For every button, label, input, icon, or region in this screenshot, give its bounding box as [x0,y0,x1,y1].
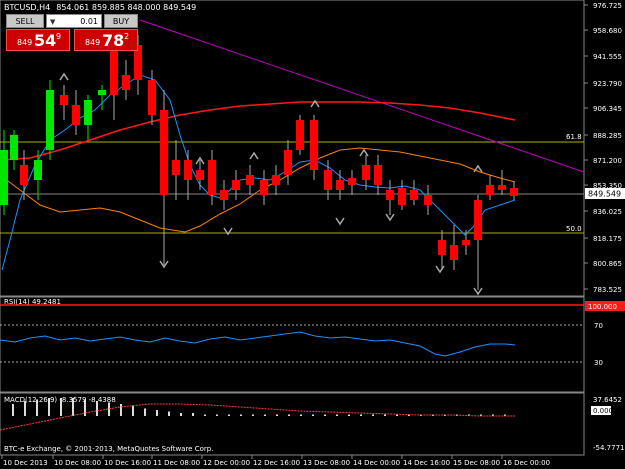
price-axis-label: 800.865 [593,260,622,268]
time-axis-label: 16 Dec 00:00 [503,459,550,467]
sell-price-prefix: 849 [17,38,33,47]
sell-price-sup: 9 [56,32,62,41]
time-axis-label: 14 Dec 16:00 [403,459,450,467]
macd-bar [168,411,170,416]
macd-title: MACD(12,26,9) -8.3579 -8.4388 [4,396,116,404]
time-axis-label: 12 Dec 00:00 [203,459,250,467]
price-axis-label: 923.790 [593,80,622,88]
rsi-title: RSI(14) 49.2481 [4,298,61,306]
time-axis-label: 11 Dec 08:00 [153,459,200,467]
current-price-tag-text: 849.549 [588,190,621,199]
chart-window[interactable]: 61.8 50.0 976.725 958.680 941.555 923.790 90… [0,0,625,469]
sell-button[interactable]: SELL [6,14,44,28]
ohlc-readout: 854.061 859.885 848.000 849.549 [56,3,196,12]
buy-price-prefix: 849 [85,38,101,47]
price-axis [584,4,588,290]
macd-bar [216,414,218,416]
lot-size-value: 0.01 [80,17,98,26]
macd-bar [384,414,386,416]
lot-dropdown-icon[interactable]: ▼ [50,15,55,29]
buy-button[interactable]: BUY [104,14,138,28]
macd-bar [144,408,146,416]
sell-price-button[interactable]: 849 54 9 [6,29,70,51]
macd-bar [288,414,290,416]
chart-title: BTCUSD,H4 854.061 859.885 848.000 849.549 [4,3,196,12]
candle [296,115,304,155]
macd-bar [192,413,194,416]
macd-bar [120,404,122,416]
fibo-500-label: 50.0 [566,225,582,233]
macd-scale-mid: 0.000 [593,407,613,415]
macd-bar [300,414,302,416]
macd-bar [372,414,374,416]
sell-price-big: 54 [34,31,57,50]
time-axis-label: 10 Dec 16:00 [104,459,151,467]
one-click-trading-panel: SELL ▼ 0.01 BUY 849 54 9 849 78 2 [6,14,138,52]
macd-bar [108,402,110,416]
buy-price-sup: 2 [124,32,130,41]
macd-bar [228,414,230,416]
macd-bar [348,414,350,416]
buy-price-button[interactable]: 849 78 2 [74,29,138,51]
rsi-label-30: 30 [594,359,603,367]
symbol-title: BTCUSD,H4 [4,3,50,12]
fibo-618-label: 61.8 [566,133,582,141]
price-axis-label: 976.725 [593,2,622,10]
macd-bar [336,414,338,416]
price-axis-label: 906.345 [593,105,622,113]
macd-bar [132,405,134,416]
time-axis-label: 15 Dec 08:00 [453,459,500,467]
time-axis-label: 10 Dec 2013 [3,459,48,467]
macd-bar [312,414,314,416]
macd-scale-bottom: -54.7771 [593,444,624,452]
rsi-label-70: 70 [594,322,603,330]
price-axis-label: 888.285 [593,132,622,140]
price-axis-label: 871.200 [593,157,622,165]
time-axis-label: 10 Dec 08:00 [54,459,101,467]
macd-bar [180,413,182,416]
price-axis-label: 783.525 [593,286,622,294]
time-axis-label: 13 Dec 08:00 [303,459,350,467]
rsi-current-tag-text: 100.000 [588,303,617,311]
macd-bar [360,414,362,416]
lot-size-input[interactable]: ▼ 0.01 [46,14,102,28]
macd-bar [156,410,158,416]
copyright-text: BTC-e Exchange, © 2001-2013, MetaQuotes … [4,445,213,453]
macd-bar [204,414,206,416]
macd-bar [324,414,326,416]
candle [46,80,54,160]
macd-scale-top: 37.6452 [593,396,622,404]
buy-price-big: 78 [102,31,125,50]
macd-bar [240,414,242,416]
price-axis-label: 941.555 [593,53,622,61]
macd-bar [12,404,14,416]
price-axis-label: 958.680 [593,27,622,35]
price-axis-label: 818.175 [593,235,622,243]
price-axis-label: 836.025 [593,208,622,216]
chart-canvas[interactable]: 61.8 50.0 976.725958.680941.555923.79090… [0,0,625,469]
macd-bar [252,414,254,416]
time-axis-label: 12 Dec 16:00 [253,459,300,467]
time-axis: 10 Dec 2013 10 Dec 08:00 10 Dec 16:00 11 De… [1,455,550,467]
macd-bar [264,414,266,416]
macd-bar [276,414,278,416]
time-axis-label: 14 Dec 00:00 [353,459,400,467]
